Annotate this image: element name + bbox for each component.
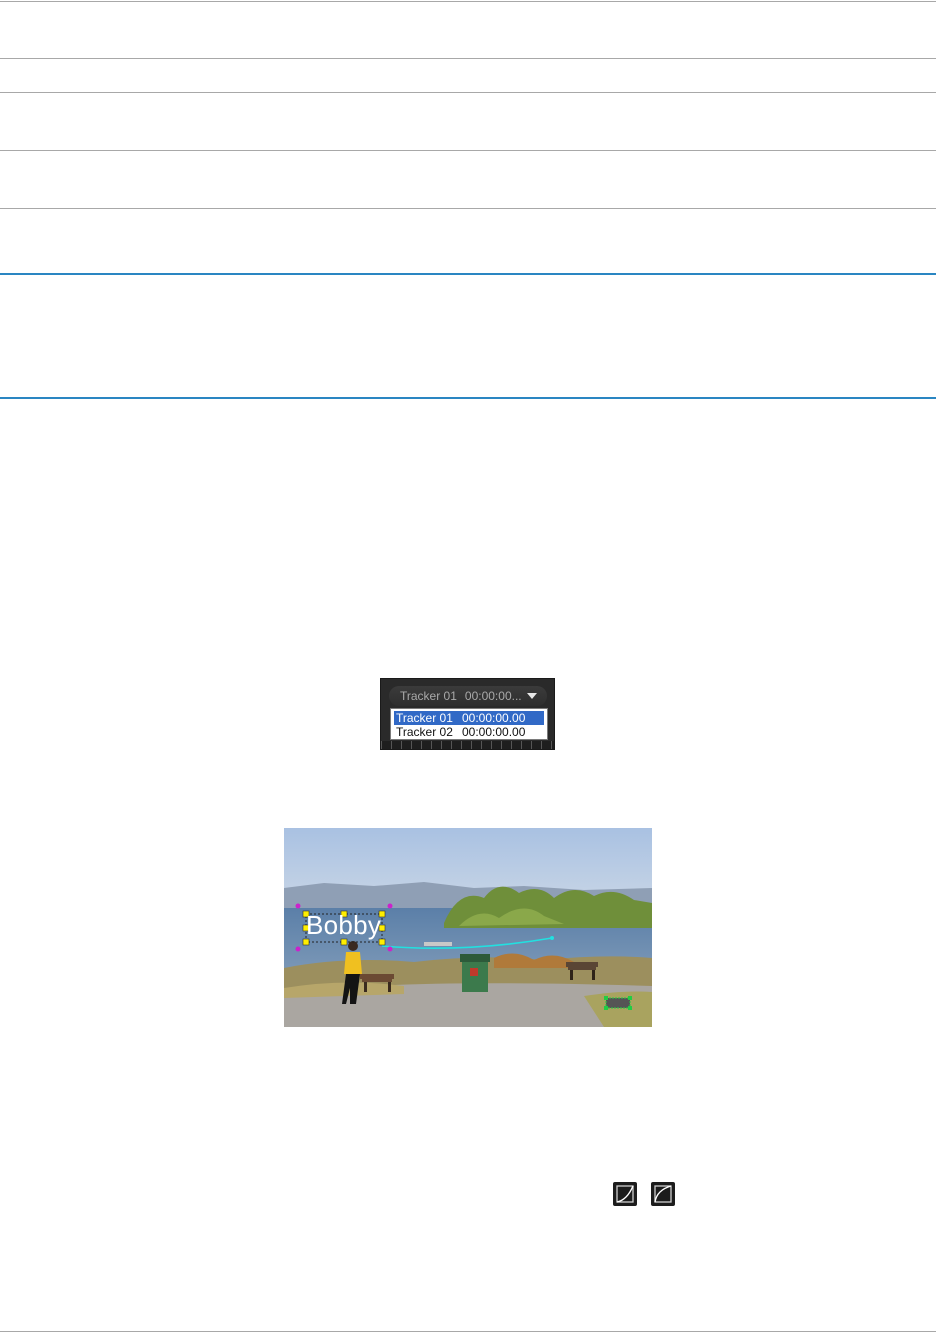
- table-rule: [0, 208, 936, 209]
- chevron-down-icon[interactable]: [527, 693, 537, 699]
- tracker-combo-box[interactable]: Tracker 01 00:00:00...: [389, 686, 547, 706]
- curve-graph-icon[interactable]: [613, 1182, 637, 1206]
- tracker-combo-time: 00:00:00...: [464, 689, 522, 703]
- trash-bin: [460, 954, 490, 992]
- dock: [424, 942, 452, 946]
- curve-graph-alt-icon[interactable]: [651, 1182, 675, 1206]
- tracker-marker: [604, 996, 632, 1010]
- tracker-list: Tracker 01 00:00:00.00 Tracker 02 00:00:…: [390, 708, 548, 740]
- tracker-dropdown-widget: Tracker 01 00:00:00... Tracker 01 00:00:0…: [380, 678, 555, 750]
- tracker-list-item[interactable]: Tracker 02 00:00:00.00: [394, 725, 544, 739]
- footer-rule: [0, 1331, 936, 1332]
- tracker-item-name: Tracker 02: [396, 725, 453, 739]
- table-rule: [0, 92, 936, 93]
- top-rule: [0, 1, 936, 2]
- title-text-object[interactable]: Bobby: [306, 910, 381, 940]
- table-rule: [0, 150, 936, 151]
- tracker-item-time: 00:00:00.00: [462, 725, 526, 739]
- tracker-item-time: 00:00:00.00: [462, 711, 526, 725]
- video-preview-image: Bobby: [284, 828, 652, 1027]
- table-rule: [0, 58, 936, 59]
- tracker-list-item[interactable]: Tracker 01 00:00:00.00: [394, 711, 544, 725]
- tracker-item-name: Tracker 01: [396, 711, 453, 725]
- timeline-ruler: [381, 741, 554, 749]
- tracker-combo-label: Tracker 01: [400, 689, 457, 703]
- section-rule-bottom: [0, 397, 936, 399]
- section-rule-top: [0, 273, 936, 275]
